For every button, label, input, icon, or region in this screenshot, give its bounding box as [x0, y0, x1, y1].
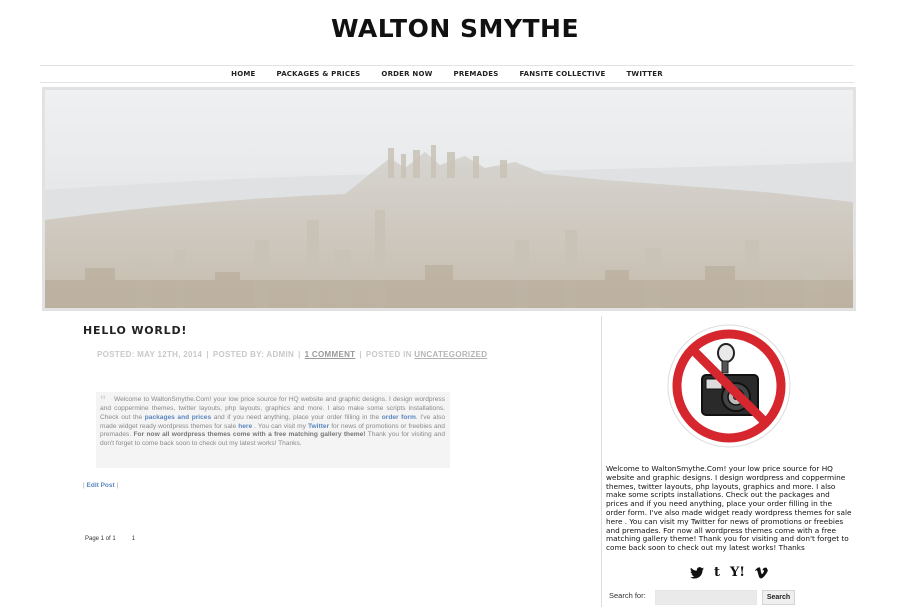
post-author: POSTED BY: ADMIN: [212, 350, 295, 359]
post-meta: POSTED: MAY 12TH, 2014 | POSTED BY: ADMIN |…: [97, 350, 487, 359]
nav-item-premades[interactable]: PREMADES: [454, 70, 499, 78]
edit-post-row: | Edit Post |: [83, 482, 118, 489]
edit-pipe: |: [83, 482, 85, 489]
pagination: Page 1 of 1 1: [85, 536, 135, 542]
meta-separator: |: [298, 350, 301, 359]
nav-item-order-now[interactable]: ORDER NOW: [381, 70, 432, 78]
header-image: [42, 87, 856, 311]
post-category-link[interactable]: UNCATEGORIZED: [414, 350, 487, 359]
sidebar-divider: [601, 316, 602, 607]
no-camera-icon: [667, 324, 791, 448]
site-title[interactable]: WALTON SMYTHE: [0, 14, 910, 43]
sidebar-welcome-text: Welcome to WaltonSmythe.Com! your low pr…: [606, 464, 852, 553]
nav-divider-bottom: [40, 82, 854, 83]
search-label: Search for:: [609, 591, 646, 600]
edit-pipe: |: [116, 482, 119, 489]
yahoo-icon[interactable]: Y!: [730, 565, 745, 580]
meta-separator: |: [359, 350, 362, 359]
twitter-icon[interactable]: [690, 566, 704, 579]
order-form-link[interactable]: order form: [382, 414, 416, 421]
nav-item-packages-prices[interactable]: PACKAGES & PRICES: [277, 70, 361, 78]
post-blockquote: " Welcome to WaltonSmythe.Com! your low p…: [96, 392, 450, 468]
edit-post-link[interactable]: Edit Post: [87, 482, 115, 489]
quote-strong-text: For now all wordpress themes come with a…: [133, 431, 366, 439]
nav-item-fansite-collective[interactable]: FANSITE COLLECTIVE: [519, 70, 605, 78]
quote-text: and if you need anything, place your ord…: [213, 413, 380, 421]
search-input[interactable]: [655, 590, 757, 605]
here-link[interactable]: here: [238, 423, 252, 430]
post-category-label: POSTED IN: [365, 350, 412, 359]
nav-item-home[interactable]: HOME: [231, 70, 255, 78]
search-button[interactable]: Search: [762, 590, 795, 605]
pagination-page-1[interactable]: 1: [132, 536, 135, 542]
social-icons: t Y!: [690, 565, 768, 580]
post-title[interactable]: HELLO WORLD!: [83, 324, 187, 337]
main-nav: HOME PACKAGES & PRICES ORDER NOW PREMADE…: [40, 66, 854, 82]
post-date: POSTED: MAY 12TH, 2014: [97, 350, 203, 359]
pagination-label: Page 1 of 1: [85, 536, 116, 542]
meta-separator: |: [206, 350, 209, 359]
nav-item-twitter[interactable]: TWITTER: [626, 70, 662, 78]
quote-text: . You can visit my: [254, 422, 306, 430]
no-camera-image: [666, 323, 792, 449]
post-comments-link[interactable]: 1 COMMENT: [305, 350, 356, 359]
twitter-link[interactable]: Twitter: [308, 423, 329, 430]
tumblr-icon[interactable]: t: [714, 565, 720, 580]
packages-prices-link[interactable]: packages and prices: [145, 414, 211, 421]
city-skyline-image: [45, 90, 853, 308]
vimeo-icon[interactable]: [755, 566, 768, 579]
